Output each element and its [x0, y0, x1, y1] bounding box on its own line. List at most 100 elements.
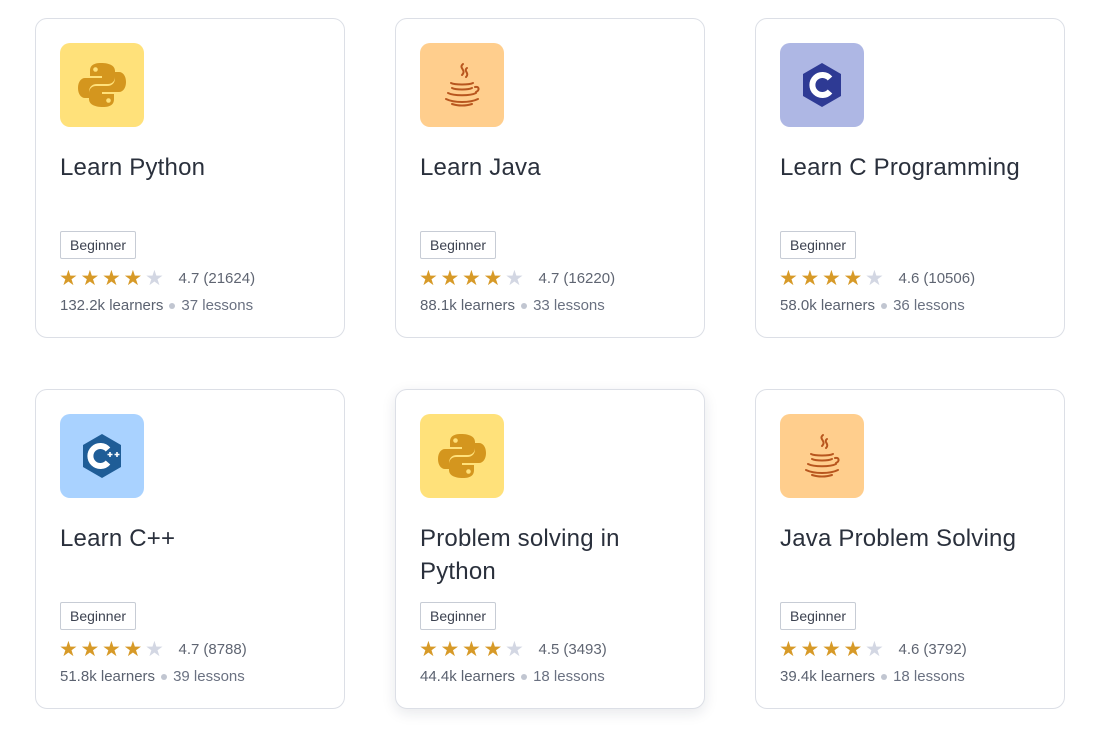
learner-count: 132.2k learners: [60, 297, 164, 314]
star-empty-icon: ★: [505, 266, 524, 290]
rating-value: 4.7: [538, 269, 560, 287]
course-icon-tile: [420, 414, 504, 498]
star-filled-icon: ★: [843, 637, 863, 661]
learner-count: 88.1k learners: [420, 297, 516, 314]
java-icon: [805, 434, 840, 478]
separator-dot: [521, 302, 528, 309]
course-icon-tile: [420, 43, 504, 127]
separator-dot: [521, 673, 528, 680]
course-icon-tile: [60, 414, 144, 498]
course-card[interactable]: Learn Java Beginner ★ ★ ★ ★ ★ 4.7 (16220) 88.…: [395, 18, 705, 338]
course-card[interactable]: Java Problem Solving Beginner ★ ★ ★ ★ ★ 4.6(…: [755, 389, 1065, 709]
lesson-count: 18 lessons: [533, 668, 605, 685]
rating-row: ★ ★ ★ ★ ★ 4.7 (8788): [59, 638, 247, 660]
star-filled-icon: ★: [440, 266, 460, 290]
python-icon: [78, 63, 126, 107]
star-filled-icon: ★: [843, 266, 863, 290]
course-card[interactable]: Problem solving in Python Beginner ★ ★ ★ ★ ★…: [395, 389, 705, 709]
star-empty-icon: ★: [145, 637, 164, 661]
separator-dot: [881, 673, 888, 680]
star-filled-icon: ★: [779, 637, 798, 661]
lesson-count: 39 lessons: [173, 668, 245, 685]
star-filled-icon: ★: [483, 637, 503, 661]
course-card[interactable]: Learn Python Beginner ★ ★ ★ ★ ★ 4.7 (21624) 1…: [35, 18, 345, 338]
course-stats: 132.2k learners 37 lessons: [60, 297, 253, 314]
rating-value: 4.7: [178, 640, 200, 658]
learner-count: 39.4k learners: [780, 668, 876, 685]
star-empty-icon: ★: [865, 637, 884, 661]
review-count: (8788): [203, 640, 247, 658]
star-empty-icon: ★: [865, 266, 884, 290]
lesson-count: 36 lessons: [893, 297, 965, 314]
separator-dot: [881, 302, 888, 309]
rating-row: ★ ★ ★ ★ ★ 4.7 (16220): [419, 267, 615, 289]
separator-dot: [169, 302, 176, 309]
star-filled-icon: ★: [59, 266, 78, 290]
course-stats: 58.0k learners 36 lessons: [780, 297, 965, 314]
star-filled-icon: ★: [779, 266, 798, 290]
lesson-count: 33 lessons: [533, 297, 605, 314]
review-count: (10506): [923, 269, 976, 287]
review-count: (3493): [563, 640, 607, 658]
star-filled-icon: ★: [822, 637, 841, 661]
star-filled-icon: ★: [440, 637, 460, 661]
rating-row: ★ ★ ★ ★ ★ 4.5 (3493): [419, 638, 607, 660]
level-badge: Beginner: [780, 231, 857, 259]
java-icon: [445, 63, 480, 107]
learner-count: 51.8k learners: [60, 668, 156, 685]
level-badge: Beginner: [60, 602, 137, 630]
c-language-icon: [803, 63, 841, 107]
course-icon-tile: [780, 43, 864, 127]
course-title[interactable]: Problem solving in Python: [420, 522, 686, 588]
course-title[interactable]: Java Problem Solving: [780, 522, 1046, 555]
course-title[interactable]: Learn Java: [420, 151, 686, 184]
course-title[interactable]: Learn C Programming: [780, 151, 1046, 184]
star-filled-icon: ★: [123, 266, 143, 290]
rating-value: 4.6: [898, 269, 920, 287]
star-filled-icon: ★: [462, 637, 481, 661]
star-filled-icon: ★: [102, 266, 121, 290]
review-count: (21624): [203, 269, 256, 287]
course-stats: 39.4k learners 18 lessons: [780, 668, 965, 685]
star-filled-icon: ★: [80, 266, 100, 290]
star-filled-icon: ★: [462, 266, 481, 290]
level-badge: Beginner: [420, 231, 497, 259]
star-filled-icon: ★: [483, 266, 503, 290]
star-filled-icon: ★: [822, 266, 841, 290]
course-title[interactable]: Learn C++: [60, 522, 326, 555]
level-badge: Beginner: [780, 602, 857, 630]
star-filled-icon: ★: [800, 266, 820, 290]
course-stats: 51.8k learners 39 lessons: [60, 668, 245, 685]
course-icon-tile: [60, 43, 144, 127]
rating-value: 4.6: [898, 640, 920, 658]
course-card[interactable]: Learn C++ Beginner ★ ★ ★ ★ ★ 4.7 (8788) 51.8k…: [35, 389, 345, 709]
rating-row: ★ ★ ★ ★ ★ 4.6 (10506): [779, 267, 975, 289]
rating-value: 4.5: [538, 640, 560, 658]
python-icon: [438, 434, 486, 478]
rating-row: ★ ★ ★ ★ ★ 4.7 (21624): [59, 267, 255, 289]
separator-dot: [161, 673, 168, 680]
level-badge: Beginner: [60, 231, 137, 259]
course-card[interactable]: Learn C Programming Beginner ★ ★ ★ ★ ★ 4.6 (1…: [755, 18, 1065, 338]
lesson-count: 37 lessons: [181, 297, 254, 314]
star-filled-icon: ★: [419, 266, 438, 290]
course-icon-tile: [780, 414, 864, 498]
review-count: (16220): [563, 269, 616, 287]
course-stats: 44.4k learners 18 lessons: [420, 668, 605, 685]
star-filled-icon: ★: [102, 637, 121, 661]
learner-count: 58.0k learners: [780, 297, 876, 314]
review-count: (3792): [923, 640, 967, 658]
cpp-icon: [83, 434, 121, 478]
rating-row: ★ ★ ★ ★ ★ 4.6 (3792): [779, 638, 967, 660]
learner-count: 44.4k learners: [420, 668, 516, 685]
star-filled-icon: ★: [59, 637, 78, 661]
star-filled-icon: ★: [419, 637, 438, 661]
star-empty-icon: ★: [145, 266, 164, 290]
star-empty-icon: ★: [505, 637, 524, 661]
star-filled-icon: ★: [123, 637, 143, 661]
course-title[interactable]: Learn Python: [60, 151, 326, 184]
rating-value: 4.7: [178, 269, 200, 287]
level-badge: Beginner: [420, 602, 497, 630]
star-filled-icon: ★: [80, 637, 100, 661]
lesson-count: 18 lessons: [893, 668, 965, 685]
